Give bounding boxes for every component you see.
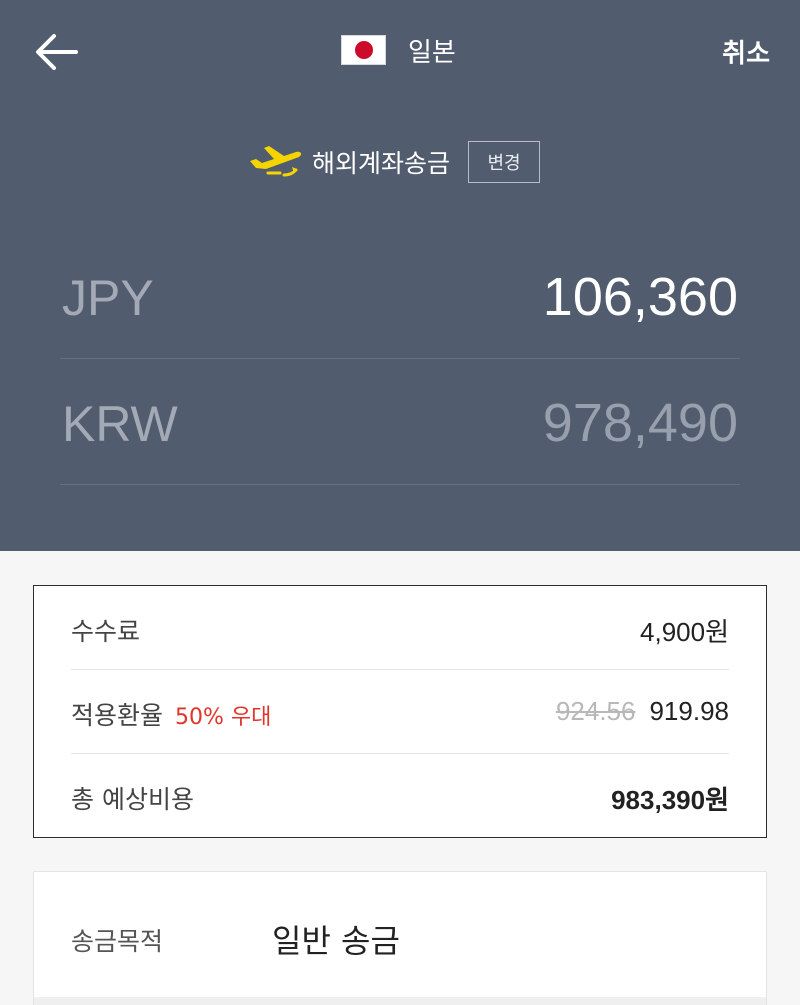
total-label: 총 예상비용 <box>71 785 194 814</box>
exchange-rate-row: 적용환율 50% 우대 924.56 919.98 <box>71 670 729 754</box>
top-bar: 일본 취소 <box>0 0 800 105</box>
transfer-method: 해외계좌송금 변경 <box>246 140 541 184</box>
header: 일본 취소 해외계좌송금 변경 JPY 106,360 KRW 978,490 <box>0 0 800 551</box>
country-name: 일본 <box>408 37 456 68</box>
amount-row-jpy[interactable]: JPY 106,360 <box>60 233 740 359</box>
total-value: 983,390원 <box>611 785 729 815</box>
total-cost-row: 총 예상비용 983,390원 <box>71 754 729 838</box>
cancel-button[interactable]: 취소 <box>722 33 770 70</box>
currency-code: KRW <box>62 396 178 452</box>
discount-badge: 50% 우대 <box>175 705 272 730</box>
applied-rate: 919.98 <box>649 696 729 726</box>
rate-values: 924.56 919.98 <box>556 696 729 727</box>
original-rate: 924.56 <box>555 696 636 726</box>
fee-summary: 수수료 4,900원 적용환율 50% 우대 924.56 919.98 총 예상비… <box>33 585 767 838</box>
fee-value: 4,900원 <box>640 617 729 647</box>
fee-label: 수수료 <box>71 617 141 646</box>
change-method-button[interactable]: 변경 <box>468 141 541 183</box>
back-arrow-icon <box>36 34 78 70</box>
purpose-select[interactable]: 일반 송금 <box>272 916 400 962</box>
airplane-icon <box>250 146 302 177</box>
fee-row: 수수료 4,900원 <box>71 586 729 670</box>
purpose-label: 송금목적 <box>71 927 164 956</box>
rate-label-wrap: 적용환율 50% 우대 <box>71 696 271 732</box>
method-label: 해외계좌송금 <box>312 149 451 178</box>
back-button[interactable] <box>30 28 82 76</box>
amount-value[interactable]: 978,490 <box>543 392 738 454</box>
amount-row-krw[interactable]: KRW 978,490 <box>60 359 740 485</box>
country-title: 일본 <box>341 32 456 68</box>
japan-flag-icon <box>341 35 386 65</box>
purpose-section[interactable]: 송금목적 일반 송금 <box>33 871 767 1005</box>
divider <box>34 997 766 1005</box>
currency-code: JPY <box>62 270 154 326</box>
rate-label: 적용환율 <box>71 701 164 730</box>
amount-value[interactable]: 106,360 <box>543 266 738 328</box>
